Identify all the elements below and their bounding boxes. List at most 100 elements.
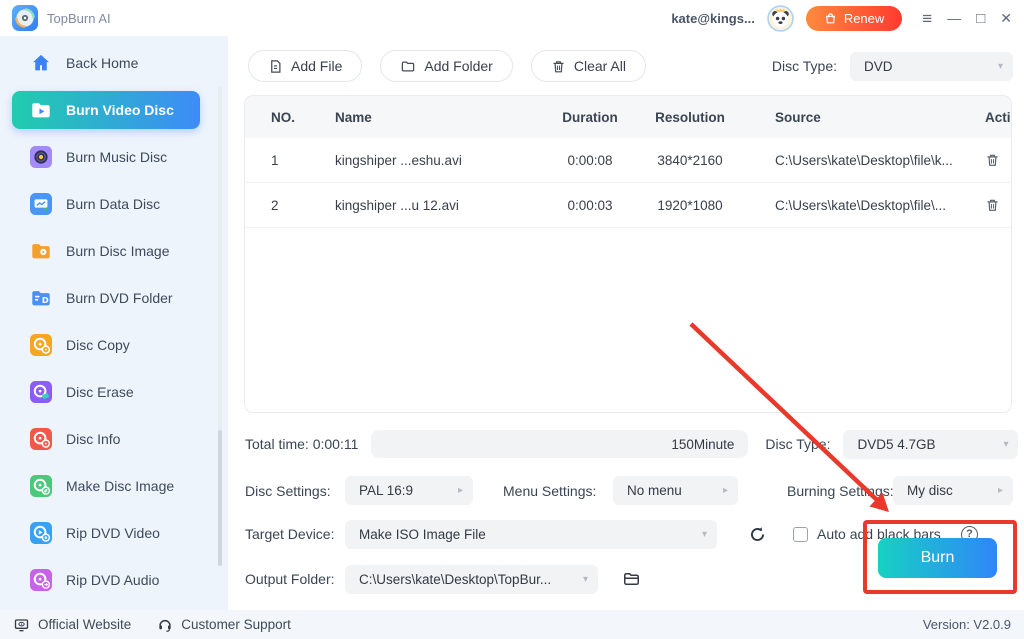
target-device-value: Make ISO Image File <box>359 526 486 542</box>
total-time-row: Total time: 0:00:11 150Minute Disc Type:… <box>245 429 1019 459</box>
menu-settings-value: No menu <box>627 483 682 498</box>
home-icon <box>33 54 49 71</box>
chevron-down-icon: ▾ <box>997 60 1003 72</box>
browse-folder-button[interactable] <box>621 570 642 588</box>
chevron-right-icon: ▸ <box>997 485 1003 496</box>
sidebar-item-label: Burn Data Disc <box>66 196 161 212</box>
svg-text:D: D <box>42 295 49 305</box>
delete-row-button[interactable] <box>985 197 1000 213</box>
clear-all-button[interactable]: Clear All <box>530 50 646 82</box>
output-folder-row: Output Folder: C:\Users\kate\Desktop\Top… <box>245 564 945 594</box>
sidebar-item-label: Make Disc Image <box>66 478 175 494</box>
add-file-button[interactable]: Add File <box>248 50 363 82</box>
sidebar-item-label: Disc Erase <box>66 384 134 400</box>
trash-icon <box>987 199 998 211</box>
sidebar-item-rip-dvd-video[interactable]: Rip DVD Video <box>12 514 200 552</box>
version-text: Version: V2.0.9 <box>922 617 1011 632</box>
sidebar-item-back-home[interactable]: Back Home <box>12 44 200 82</box>
burning-settings-value: My disc <box>907 483 953 498</box>
table-row[interactable]: 1 kingshiper ...eshu.avi 0:00:08 3840*21… <box>245 138 1011 183</box>
disc-image-folder-icon <box>32 244 50 259</box>
disc-type-value: DVD <box>864 58 893 74</box>
menu-settings-label: Menu Settings: <box>503 482 597 499</box>
disc-settings-select[interactable]: PAL 16:9 ▸ <box>345 476 473 505</box>
customer-support-link[interactable]: Customer Support <box>157 617 291 633</box>
col-action: Action <box>985 109 1011 125</box>
cell-duration: 0:00:03 <box>567 197 613 213</box>
app-logo-icon <box>12 5 38 31</box>
table-row[interactable]: 2 kingshiper ...u 12.avi 0:00:03 1920*10… <box>245 183 1011 228</box>
cell-resolution: 3840*2160 <box>657 152 723 168</box>
burning-settings-select[interactable]: My disc ▸ <box>893 476 1013 505</box>
file-toolbar: Add File Add Folder Clear All Disc Type:… <box>248 50 1013 82</box>
output-folder-select[interactable]: C:\Users\kate\Desktop\TopBur... ▾ <box>345 564 598 594</box>
refresh-icon <box>751 526 764 541</box>
menu-settings-select[interactable]: No menu ▸ <box>613 476 738 505</box>
auto-black-bars-checkbox[interactable] <box>793 526 808 542</box>
sidebar-item-burn-data-disc[interactable]: Burn Data Disc <box>12 185 200 223</box>
scrollbar-thumb[interactable] <box>218 430 222 566</box>
file-icon <box>271 59 281 73</box>
sidebar-item-make-disc-image[interactable]: Make Disc Image <box>12 467 200 505</box>
file-table: NO. Name Duration Resolution Source Acti… <box>244 95 1012 413</box>
sidebar-item-burn-dvd-folder[interactable]: D Burn DVD Folder <box>12 279 200 317</box>
monitor-icon <box>14 618 29 631</box>
clear-all-label: Clear All <box>573 58 626 74</box>
user-avatar[interactable] <box>767 4 794 32</box>
disc-copy-icon <box>30 334 52 356</box>
window-controls: ≡ — □ ✕ <box>922 10 1012 27</box>
customer-support-label: Customer Support <box>181 617 291 632</box>
add-folder-button[interactable]: Add Folder <box>380 50 513 82</box>
delete-row-button[interactable] <box>985 152 1000 168</box>
sidebar-item-disc-copy[interactable]: Disc Copy <box>12 326 200 364</box>
burning-settings-label: Burning Settings: <box>787 482 894 499</box>
cell-source: C:\Users\kate\Desktop\file\k... <box>775 152 953 168</box>
maximize-icon[interactable]: □ <box>976 11 985 26</box>
minimize-icon[interactable]: — <box>947 11 961 25</box>
target-device-select[interactable]: Make ISO Image File ▾ <box>345 519 717 549</box>
footer: Official Website Customer Support Versio… <box>0 610 1024 639</box>
data-disc-icon <box>30 193 52 215</box>
sidebar-item-disc-info[interactable]: Disc Info <box>12 420 200 458</box>
chevron-right-icon: ▸ <box>722 485 728 496</box>
cell-source: C:\Users\kate\Desktop\file\... <box>775 197 947 213</box>
user-email[interactable]: kate@kings... <box>671 11 754 26</box>
sidebar-item-label: Disc Info <box>66 431 121 447</box>
music-disc-icon <box>30 146 52 168</box>
sidebar-scrollbar[interactable] <box>218 86 222 566</box>
disc-type-select[interactable]: DVD ▾ <box>850 51 1013 81</box>
close-icon[interactable]: ✕ <box>1000 11 1012 25</box>
sidebar-item-burn-video-disc[interactable]: Burn Video Disc <box>12 91 200 129</box>
disc-capacity-label: Disc Type: <box>765 436 831 452</box>
cell-resolution: 1920*1080 <box>657 197 723 213</box>
official-website-link[interactable]: Official Website <box>13 617 131 633</box>
renew-button[interactable]: Renew <box>805 5 903 31</box>
output-folder-value: C:\Users\kate\Desktop\TopBur... <box>359 571 552 587</box>
menu-icon[interactable]: ≡ <box>922 10 932 27</box>
sidebar: Back Home Burn Video Disc Burn Music Dis… <box>0 36 228 610</box>
capacity-text: 150Minute <box>671 436 735 452</box>
sidebar-item-rip-dvd-audio[interactable]: Rip DVD Audio <box>12 561 200 599</box>
app-brand: TopBurn AI <box>12 5 111 31</box>
cell-no: 2 <box>271 197 279 213</box>
burn-button[interactable]: Burn <box>878 538 997 578</box>
official-website-label: Official Website <box>38 617 132 632</box>
add-file-label: Add File <box>291 58 343 74</box>
sidebar-item-label: Rip DVD Audio <box>66 572 160 588</box>
trash-icon <box>553 60 564 72</box>
refresh-devices-button[interactable] <box>748 525 767 544</box>
app-title: TopBurn AI <box>47 10 111 26</box>
dvd-folder-icon: D <box>32 291 50 306</box>
make-disc-image-icon <box>30 475 52 497</box>
cell-name: kingshiper ...eshu.avi <box>335 152 462 168</box>
sidebar-item-burn-disc-image[interactable]: Burn Disc Image <box>12 232 200 270</box>
sidebar-item-burn-music-disc[interactable]: Burn Music Disc <box>12 138 200 176</box>
titlebar-right: kate@kings... Renew ≡ — □ ✕ <box>671 4 1012 32</box>
sidebar-item-label: Burn Disc Image <box>66 243 170 259</box>
target-device-label: Target Device: <box>245 526 335 542</box>
folder-icon <box>402 61 415 71</box>
disc-capacity-select[interactable]: DVD5 4.7GB ▾ <box>843 429 1019 459</box>
capacity-bar: 150Minute <box>371 430 749 458</box>
cell-duration: 0:00:08 <box>567 152 613 168</box>
sidebar-item-disc-erase[interactable]: Disc Erase <box>12 373 200 411</box>
